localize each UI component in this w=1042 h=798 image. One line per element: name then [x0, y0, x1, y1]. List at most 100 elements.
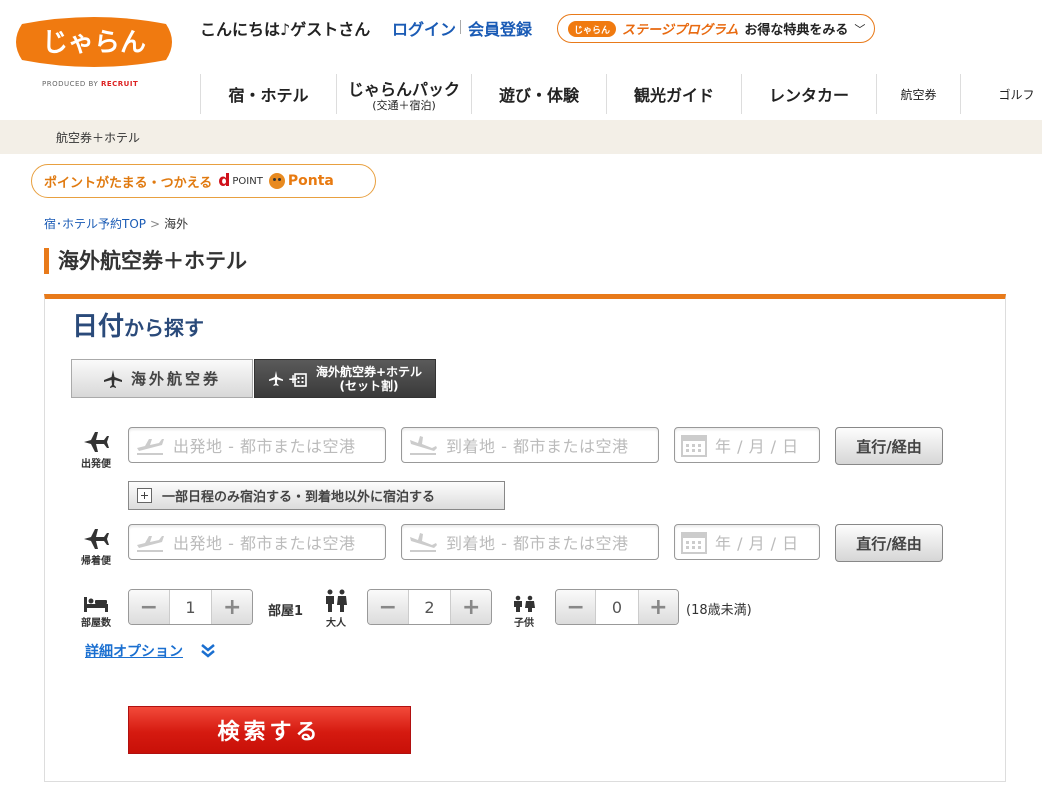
rooms-minus-button[interactable]: −	[129, 590, 169, 624]
landing-icon	[410, 533, 437, 552]
dpoint-text: POINT	[232, 175, 263, 187]
ponta-text: Ponta	[287, 173, 334, 189]
adults-stepper: − 2 +	[367, 589, 492, 625]
category-label: 航空券＋ホテル	[56, 131, 141, 145]
logo-text: じゃらん	[42, 28, 146, 58]
chevron-down-icon: ﹀	[854, 22, 866, 36]
adults-icon	[326, 589, 347, 612]
search-title: 日付から探す	[72, 306, 204, 343]
breadcrumb-top-link[interactable]: 宿･ホテル予約TOP	[44, 217, 146, 231]
greeting: こんにちは♪ゲストさん	[200, 20, 371, 39]
adults-plus-button[interactable]: +	[451, 590, 491, 624]
outbound-text: 出発便	[81, 459, 111, 470]
breadcrumb-sep: >	[150, 217, 161, 231]
adults-value: 2	[407, 590, 452, 624]
origin-placeholder: 出発地 - 都市または空港	[173, 534, 356, 553]
tab-set-line1: 海外航空券+ホテル	[315, 364, 423, 379]
nav-item-jalan-pack[interactable]: じゃらんパック (交通＋宿泊)	[336, 74, 471, 114]
outbound-date-input[interactable]: 年 / 月 / 日	[674, 427, 820, 463]
children-label: 子供	[504, 595, 544, 629]
origin-placeholder: 出発地 - 都市または空港	[173, 437, 356, 456]
outbound-leg-label: 出発便	[76, 430, 116, 470]
ponta-logo: Ponta	[268, 173, 334, 189]
adults-minus-button[interactable]: −	[368, 590, 408, 624]
dpoint-mark: d	[218, 171, 231, 191]
double-chevron-down-icon[interactable]	[200, 643, 216, 659]
ponta-icon	[268, 173, 285, 189]
takeoff-icon	[137, 536, 164, 552]
children-text: 子供	[514, 618, 534, 629]
expand-plus-icon	[137, 488, 152, 503]
return-origin-input[interactable]: 出発地 - 都市または空港	[128, 524, 386, 560]
nav-label: 観光ガイド	[633, 86, 714, 105]
nav-item-golf[interactable]: ゴルフ	[960, 74, 1042, 114]
adults-text: 大人	[326, 618, 346, 629]
takeoff-icon	[137, 439, 164, 455]
nav-item-flights[interactable]: 航空券	[876, 74, 960, 114]
tab-flight-hotel-set[interactable]: + 海外航空券+ホテル (セット割)	[254, 359, 436, 398]
nav-label: レンタカー	[768, 86, 849, 105]
airplane-hotel-icon: +	[268, 370, 307, 387]
children-icon	[514, 595, 535, 612]
nav-label: 遊び・体験	[498, 86, 579, 105]
jalan-logo[interactable]: じゃらん	[12, 14, 176, 70]
airplane-icon	[84, 432, 109, 452]
airplane-icon	[84, 529, 109, 549]
header-divider	[460, 20, 461, 34]
points-banner[interactable]: ポイントがたまる・つかえる d POINT Ponta	[31, 164, 376, 198]
stage-logo-text: じゃらん	[574, 25, 610, 36]
page-title: 海外航空券＋ホテル	[44, 248, 247, 274]
date-placeholder: 年 / 月 / 日	[715, 437, 799, 456]
adults-label: 大人	[316, 589, 356, 629]
stage-program-title: ステージプログラム	[622, 23, 739, 38]
landing-icon	[410, 436, 437, 455]
return-direct-via-button[interactable]: 直行/経由	[835, 524, 943, 562]
detail-options-link[interactable]: 詳細オプション	[85, 641, 183, 661]
children-age-note: (18歳未満)	[686, 603, 752, 618]
tab-set-line2: (セット割)	[339, 378, 399, 393]
search-button[interactable]: 検索する	[128, 706, 411, 754]
nav-label: じゃらんパック	[347, 80, 460, 99]
dpoint-logo: d POINT	[218, 171, 263, 191]
nav-item-rentacar[interactable]: レンタカー	[741, 74, 876, 114]
children-plus-button[interactable]: +	[638, 590, 678, 624]
nav-label: ゴルフ	[998, 87, 1035, 102]
nav-sublabel: (交通＋宿泊)	[372, 99, 436, 112]
return-destination-input[interactable]: 到着地 - 都市または空港	[401, 524, 659, 560]
children-stepper: − 0 +	[555, 589, 679, 625]
produced-by-label: PRODUCED BY	[42, 80, 99, 88]
login-link[interactable]: ログイン	[392, 16, 456, 40]
outbound-destination-input[interactable]: 到着地 - 都市または空港	[401, 427, 659, 463]
children-minus-button[interactable]: −	[556, 590, 596, 624]
return-date-input[interactable]: 年 / 月 / 日	[674, 524, 820, 560]
date-placeholder: 年 / 月 / 日	[715, 534, 799, 553]
points-label: ポイントがたまる・つかえる	[44, 175, 213, 191]
stage-logo: じゃらん	[568, 20, 616, 37]
room-name: 部屋1	[268, 604, 304, 619]
tab-set-label: 海外航空券+ホテル (セット割)	[316, 365, 422, 393]
stopover-label: 一部日程のみ宿泊する・到着地以外に宿泊する	[162, 490, 436, 505]
produced-by: PRODUCED BY RECRUIT	[42, 80, 138, 88]
stopover-toggle[interactable]: 一部日程のみ宿泊する・到着地以外に宿泊する	[128, 481, 505, 510]
rooms-stepper: − 1 +	[128, 589, 253, 625]
return-leg-label: 帰着便	[76, 527, 116, 567]
outbound-direct-via-button[interactable]: 直行/経由	[835, 427, 943, 465]
nav-item-guide[interactable]: 観光ガイド	[606, 74, 741, 114]
rooms-text: 部屋数	[81, 618, 111, 629]
tab-flight-only[interactable]: 海外航空券	[71, 359, 253, 398]
bed-icon	[84, 597, 108, 612]
nav-label: 航空券	[900, 87, 937, 102]
airplane-icon	[103, 369, 122, 388]
register-link[interactable]: 会員登録	[468, 16, 532, 40]
tab-flight-label: 海外航空券	[130, 370, 221, 388]
rooms-plus-button[interactable]: +	[212, 590, 252, 624]
search-title-sub: から探す	[124, 316, 205, 340]
stage-program-button[interactable]: じゃらん ステージプログラム お得な特典をみる ﹀	[557, 14, 875, 43]
outbound-origin-input[interactable]: 出発地 - 都市または空港	[128, 427, 386, 463]
global-nav: 宿・ホテル じゃらんパック (交通＋宿泊) 遊び・体験 観光ガイド レンタカー 航…	[200, 74, 1042, 114]
page: じゃらん PRODUCED BY RECRUIT こんにちは♪ゲストさん ログイ…	[0, 0, 1042, 798]
nav-item-activities[interactable]: 遊び・体験	[471, 74, 606, 114]
stage-program-link: お得な特典をみる	[744, 23, 849, 38]
return-text: 帰着便	[81, 556, 111, 567]
nav-item-hotel[interactable]: 宿・ホテル	[200, 74, 336, 114]
